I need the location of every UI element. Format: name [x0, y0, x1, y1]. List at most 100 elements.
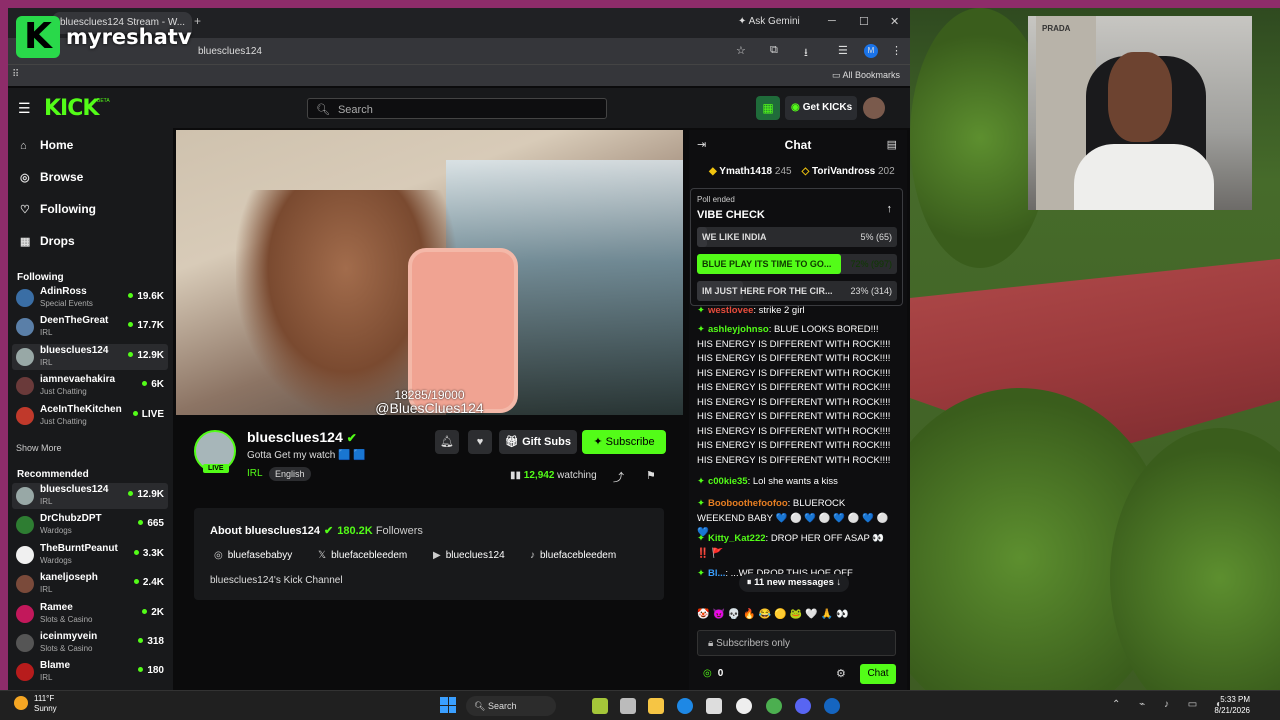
heart-follow-icon[interactable]: ♥ [468, 430, 492, 454]
store-icon[interactable] [706, 698, 722, 714]
weather-icon[interactable] [14, 696, 28, 710]
chat-username[interactable]: ashleyjohnso [708, 324, 769, 335]
gear-icon[interactable]: ⚙ [836, 667, 846, 680]
sidebar-channel[interactable]: DeenTheGreat IRL 17.7K [12, 314, 168, 340]
windows-start-icon[interactable] [440, 697, 456, 713]
apps-icon[interactable]: ⠿ [12, 69, 19, 80]
chat-username[interactable]: Kitty_Kat222 [708, 533, 766, 544]
sidebar-channel[interactable]: AceInTheKitchen Just Chatting LIVE [12, 403, 168, 429]
followers-label: Followers [375, 525, 423, 537]
video-player[interactable]: 18285/19000 @BluesClues124 [176, 130, 683, 415]
show-more-link[interactable]: Show More [16, 443, 62, 453]
channel-name: DeenTheGreat [40, 315, 109, 327]
url-input[interactable]: bluesclues124 [118, 42, 758, 61]
stream-category[interactable]: IRL [247, 468, 263, 479]
sidebar-nav-browse[interactable]: ◎ Browse [20, 170, 83, 184]
chrome-icon[interactable] [766, 698, 782, 714]
sidebar-nav-home[interactable]: ⌂ Home [20, 138, 73, 152]
new-tab-button[interactable]: + [194, 14, 201, 28]
sidebar-channel[interactable]: Ramee Slots & Casino 2K [12, 601, 168, 627]
obs-icon[interactable] [736, 698, 752, 714]
bookmark-star-icon[interactable]: ☆ [736, 44, 746, 57]
chat-send-button[interactable]: Chat [860, 664, 896, 684]
discord-icon[interactable] [795, 698, 811, 714]
minimize-icon[interactable]: ─ [828, 15, 836, 27]
extensions-icon[interactable]: ⧉ [770, 44, 778, 57]
points-icon: ◎ [703, 668, 712, 679]
taskbar-search[interactable]: 🔍︎ Search [466, 696, 556, 716]
sidebar-channel[interactable]: kaneljoseph IRL 2.4K [12, 571, 168, 597]
sidebar-channel[interactable]: AdinRoss Special Events 19.6K [12, 285, 168, 311]
channel-watermark: K myreshatv [16, 16, 192, 58]
sidebar-channel[interactable]: Blame IRL 180 [12, 659, 168, 685]
followers-count: 180.2K [337, 525, 373, 537]
channel-points[interactable]: ◎ 0 [703, 668, 723, 679]
subscribe-button[interactable]: ✦ Subscribe [582, 430, 666, 454]
ask-gemini-button[interactable]: ✦ Ask Gemini [738, 16, 800, 27]
live-dot-icon [138, 638, 144, 643]
edge-icon[interactable] [677, 698, 693, 714]
sidebar-channel[interactable]: iamnevaehakira Just Chatting 6K [12, 373, 168, 399]
chat-title: Chat [784, 138, 812, 152]
report-flag-icon[interactable]: ⚑ [646, 469, 656, 482]
search-input[interactable]: 🔍︎ Search [307, 98, 607, 119]
file-explorer-icon[interactable] [648, 698, 664, 714]
kebab-menu-icon[interactable]: ⋮ [891, 44, 902, 57]
leaderboard-name[interactable]: Ymath1418 [719, 166, 772, 177]
clock[interactable]: 5:33 PM 8/21/2026 [1214, 694, 1250, 716]
new-messages-button[interactable]: ⏸ 11 new messages ↓ [739, 574, 849, 592]
chat-username[interactable]: Booboothefoofoo [708, 498, 788, 509]
kick-logo[interactable]: KICK [44, 96, 99, 121]
chat-username[interactable]: c00kie35 [708, 476, 748, 487]
chat-input[interactable]: 🔒︎ Subscribers only [697, 630, 896, 656]
get-kicks-button[interactable]: ◉ Get KICKs [785, 96, 857, 120]
system-tray[interactable]: ⌃ ⌁ ♪ ▭ ◐ [1112, 699, 1230, 710]
emote-bar[interactable]: 🤡😈💀🔥😂🟡🐸🤍🙏👀 [697, 609, 852, 620]
user-avatar[interactable] [863, 97, 885, 119]
viewers-icon: ▮▮ [510, 470, 524, 481]
social-link[interactable]: 𝕏bluefacebleedem [318, 550, 407, 561]
social-link[interactable]: ♪ bluefacebleedem [530, 550, 616, 561]
streamer-name[interactable]: bluesclues124 ✔ [247, 429, 357, 445]
social-link[interactable]: ◎ bluefasebabyy [214, 550, 292, 561]
watermark-channel-name: myreshatv [66, 25, 192, 49]
bell-icon[interactable]: 🔔︎ [435, 430, 459, 454]
gift-subs-button[interactable]: 🎁︎ Gift Subs [499, 430, 577, 454]
gift-icon[interactable]: ▦ [756, 96, 780, 120]
sidebar-nav-drops[interactable]: ▦ Drops [20, 234, 75, 248]
reading-list-icon[interactable]: ☰ [838, 44, 848, 57]
social-link[interactable]: ▶ blueclues124 [433, 550, 505, 561]
chat-users-icon[interactable]: ▤ [887, 138, 897, 151]
all-bookmarks-button[interactable]: ▭ All Bookmarks [832, 70, 900, 81]
leaderboard-value: 202 [878, 166, 895, 177]
chat-username[interactable]: westlovee [708, 305, 753, 316]
close-icon[interactable]: ✕ [890, 15, 899, 28]
download-icon[interactable]: ⭳ [804, 44, 808, 63]
sidebar-channel[interactable]: bluesclues124 IRL 12.9K [12, 343, 168, 370]
windows-taskbar: 111°F Sunny 🔍︎ Search ⌃ ⌁ ♪ ▭ ◐ 5:33 PM 8/… [0, 690, 1280, 720]
sidebar-nav-following[interactable]: ♡ Following [20, 202, 96, 216]
leaderboard-name[interactable]: ToriVandross [812, 166, 875, 177]
points-value: 0 [717, 668, 724, 679]
share-icon[interactable]: ⤴ [613, 469, 624, 485]
sidebar-channel[interactable]: bluesclues124 IRL 12.9K [12, 483, 168, 509]
collapse-poll-icon[interactable]: ↑ [887, 203, 893, 215]
task-view-icon[interactable] [620, 698, 636, 714]
all-bookmarks-label: All Bookmarks [842, 70, 900, 80]
hamburger-menu-icon[interactable]: ☰ [18, 100, 31, 117]
language-tag[interactable]: English [269, 467, 311, 481]
sidebar-channel[interactable]: TheBurntPeanut Wardogs 3.3K [12, 542, 168, 568]
sidebar-channel[interactable]: DrChubzDPT Wardogs 665 [12, 512, 168, 538]
streamer-username[interactable]: bluesclues124 [247, 429, 343, 445]
profile-avatar[interactable]: M [864, 44, 878, 58]
chat-username[interactable]: Bl... [708, 568, 725, 579]
app-icon[interactable] [592, 698, 608, 714]
maximize-icon[interactable]: ☐ [859, 15, 869, 28]
chat-panel: ⇥ Chat ▤ ◆ Ymath1418 245 ◇ ToriVandross 2… [689, 130, 907, 696]
channel-avatar [16, 575, 34, 594]
weather-widget[interactable]: 111°F Sunny [34, 694, 57, 714]
app-icon[interactable] [824, 698, 840, 714]
channel-name: AdinRoss [40, 286, 87, 297]
poll-option: BLUE PLAY ITS TIME TO GO... 72% (997) [697, 254, 897, 274]
sidebar-channel[interactable]: iceinmyvein Slots & Casino 318 [12, 630, 168, 656]
